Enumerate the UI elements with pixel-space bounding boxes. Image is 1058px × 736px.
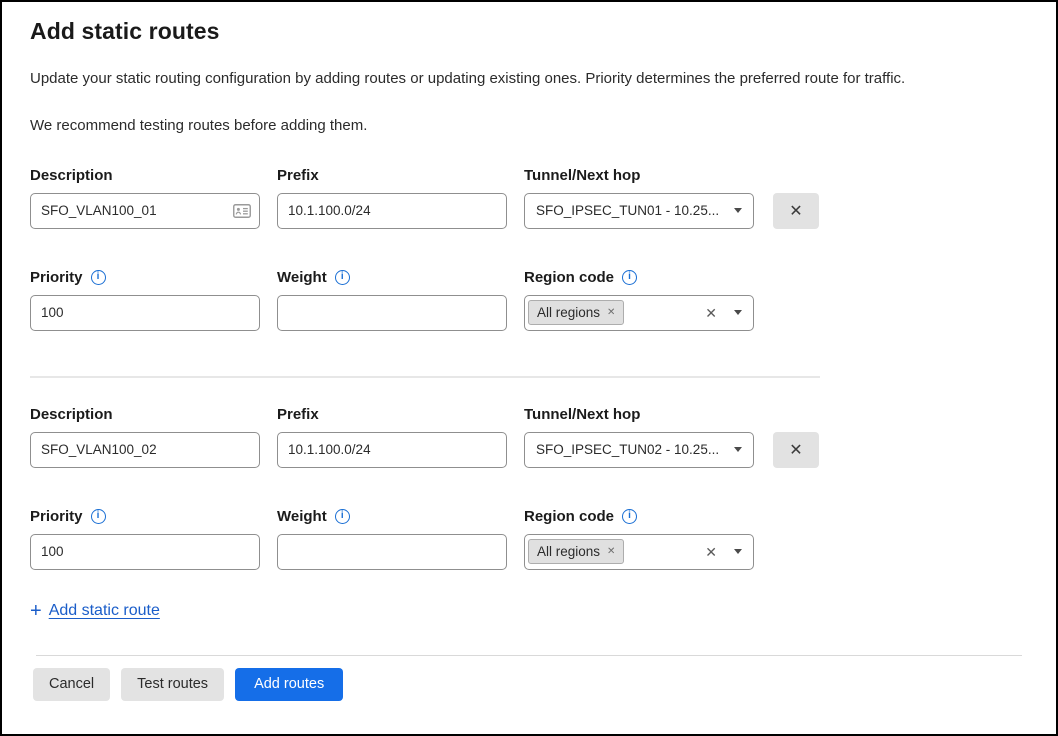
description-field-1: Description	[30, 165, 260, 229]
cancel-button[interactable]: Cancel	[33, 668, 110, 701]
prefix-input[interactable]	[277, 432, 507, 468]
priority-input[interactable]	[30, 534, 260, 570]
priority-input[interactable]	[30, 295, 260, 331]
prefix-label: Prefix	[277, 167, 319, 184]
description-label: Description	[30, 406, 113, 423]
tunnel-select-value: SFO_IPSEC_TUN02 - 10.25...	[536, 442, 719, 457]
route-section-1: Description	[30, 165, 1028, 331]
route-1-row-top: Description	[30, 165, 1028, 229]
route-1-row-bottom: Priority i Weight i Region code i	[30, 267, 1028, 331]
priority-field-2: Priority i	[30, 506, 260, 570]
priority-label: Priority	[30, 269, 83, 286]
weight-field-2: Weight i	[277, 506, 507, 570]
description-field-2: Description	[30, 404, 260, 468]
close-icon: ✕	[789, 440, 802, 460]
info-icon[interactable]: i	[622, 509, 637, 524]
remove-route-button[interactable]: ✕	[773, 432, 819, 468]
description-input[interactable]	[30, 193, 260, 229]
region-select[interactable]: All regions ✕ ✕	[524, 534, 754, 570]
add-static-routes-dialog: Add static routes Update your static rou…	[2, 2, 1056, 701]
region-tag-label: All regions	[537, 544, 600, 559]
weight-input[interactable]	[277, 295, 507, 331]
info-icon[interactable]: i	[91, 270, 106, 285]
region-tag-label: All regions	[537, 305, 600, 320]
page-title: Add static routes	[30, 18, 1028, 45]
tunnel-label: Tunnel/Next hop	[524, 406, 640, 423]
info-icon[interactable]: i	[335, 270, 350, 285]
route-2-row-bottom: Priority i Weight i Region code i	[30, 506, 1028, 570]
region-tag: All regions ✕	[528, 300, 624, 325]
add-static-route-link[interactable]: + Add static route	[30, 601, 160, 621]
info-icon[interactable]: i	[335, 509, 350, 524]
info-icon[interactable]: i	[622, 270, 637, 285]
footer-actions: Cancel Test routes Add routes	[33, 668, 1028, 701]
chevron-down-icon	[734, 447, 742, 452]
priority-field-1: Priority i	[30, 267, 260, 331]
prefix-field-2: Prefix	[277, 404, 507, 468]
region-field-1: Region code i All regions ✕ ✕	[524, 267, 754, 331]
clear-icon[interactable]: ✕	[705, 306, 717, 320]
tunnel-field-2: Tunnel/Next hop SFO_IPSEC_TUN02 - 10.25.…	[524, 404, 754, 468]
remove-tag-icon[interactable]: ✕	[607, 547, 615, 557]
tunnel-select[interactable]: SFO_IPSEC_TUN01 - 10.25...	[524, 193, 754, 229]
test-routes-button[interactable]: Test routes	[121, 668, 224, 701]
chevron-down-icon	[734, 208, 742, 213]
weight-label: Weight	[277, 269, 327, 286]
weight-label: Weight	[277, 508, 327, 525]
tunnel-select-value: SFO_IPSEC_TUN01 - 10.25...	[536, 203, 719, 218]
info-icon[interactable]: i	[91, 509, 106, 524]
chevron-down-icon	[734, 549, 742, 554]
route-2-row-top: Description Prefix Tunnel/Next hop SFO_I…	[30, 404, 1028, 468]
remove-tag-icon[interactable]: ✕	[607, 308, 615, 318]
contact-card-icon	[233, 204, 251, 218]
chevron-down-icon	[734, 310, 742, 315]
remove-route-button[interactable]: ✕	[773, 193, 819, 229]
region-tag: All regions ✕	[528, 539, 624, 564]
priority-label: Priority	[30, 508, 83, 525]
weight-field-1: Weight i	[277, 267, 507, 331]
prefix-input[interactable]	[277, 193, 507, 229]
tunnel-select[interactable]: SFO_IPSEC_TUN02 - 10.25...	[524, 432, 754, 468]
footer-divider	[36, 655, 1022, 656]
recommendation-text: We recommend testing routes before addin…	[30, 116, 1028, 136]
region-field-2: Region code i All regions ✕ ✕	[524, 506, 754, 570]
prefix-field-1: Prefix	[277, 165, 507, 229]
region-label: Region code	[524, 508, 614, 525]
close-icon: ✕	[789, 201, 802, 221]
region-select[interactable]: All regions ✕ ✕	[524, 295, 754, 331]
description-label: Description	[30, 167, 113, 184]
intro-text: Update your static routing configuration…	[30, 69, 1028, 89]
tunnel-label: Tunnel/Next hop	[524, 167, 640, 184]
description-input[interactable]	[30, 432, 260, 468]
prefix-label: Prefix	[277, 406, 319, 423]
add-routes-button[interactable]: Add routes	[235, 668, 343, 701]
clear-icon[interactable]: ✕	[705, 545, 717, 559]
route-section-2: Description Prefix Tunnel/Next hop SFO_I…	[30, 404, 1028, 570]
weight-input[interactable]	[277, 534, 507, 570]
add-static-route-label: Add static route	[49, 602, 160, 620]
region-label: Region code	[524, 269, 614, 286]
route-divider	[30, 376, 820, 378]
plus-icon: +	[30, 601, 42, 621]
tunnel-field-1: Tunnel/Next hop SFO_IPSEC_TUN01 - 10.25.…	[524, 165, 754, 229]
